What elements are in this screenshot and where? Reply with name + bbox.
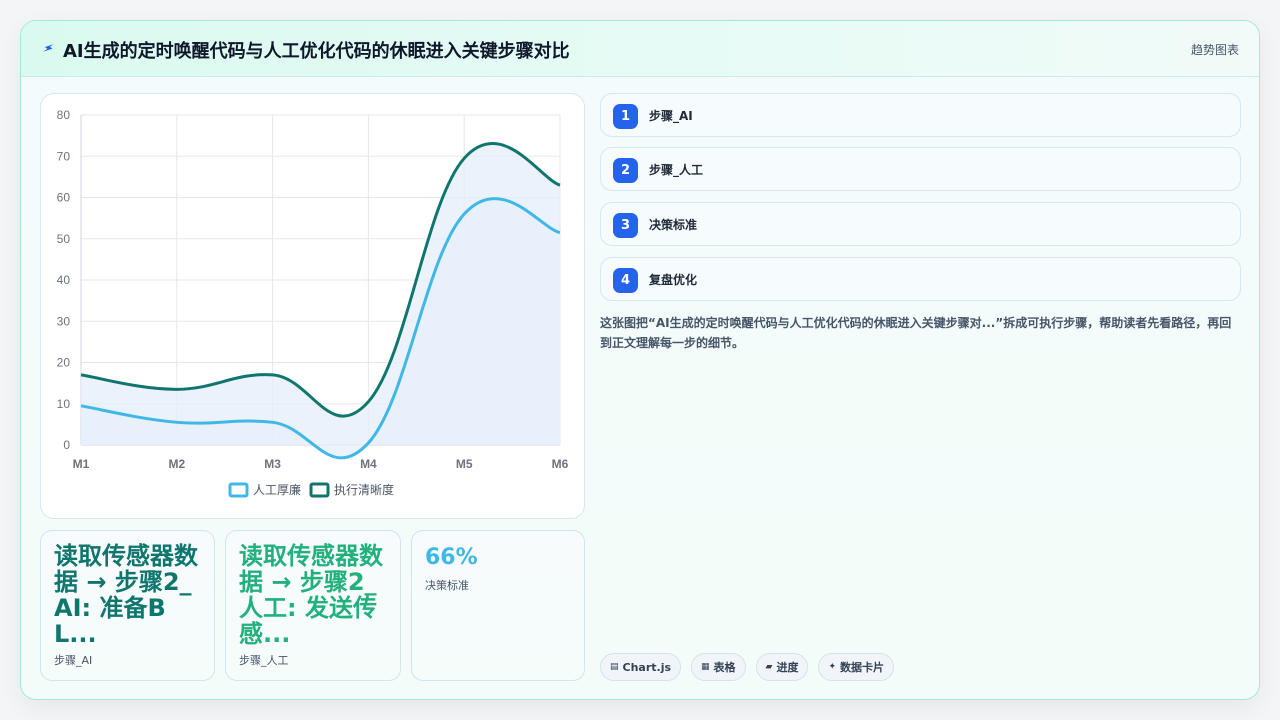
main-card: AI生成的定时唤醒代码与人工优化代码的休眠进入关键步骤对比 趋势图表 0 10 20… <box>20 20 1260 700</box>
step-number: 2 <box>613 158 638 183</box>
step-number: 1 <box>613 104 638 129</box>
tag-label: Chart.js <box>622 660 672 674</box>
y-tick-label: 50 <box>57 232 71 246</box>
stat-value: 66% <box>425 545 478 570</box>
sparkle-icon: ✦ <box>828 662 837 672</box>
legend-swatch <box>228 482 249 498</box>
tag-data-card[interactable]: ✦ 数据卡片 <box>818 653 895 681</box>
legend-label: 人工厚廉 <box>253 482 301 497</box>
tag-label: 数据卡片 <box>840 661 885 674</box>
lightning-icon <box>42 44 54 52</box>
chart-type-label[interactable]: 趋势图表 <box>1191 41 1239 58</box>
x-tick-label: M3 <box>264 457 281 471</box>
tag-progress[interactable]: ▰ 进度 <box>755 653 809 681</box>
legend-swatch <box>309 482 330 498</box>
line-chart: 0 10 20 30 40 50 60 70 80 M1 M2 M3 M4 M5 M6 人工厚廉 执行清晰度 <box>40 93 585 519</box>
step-label: 步骤_AI <box>649 109 693 123</box>
y-tick-label: 20 <box>57 356 71 370</box>
stat-value: 读取传感器数据 → 步骤2_AI: 准备BL... <box>54 543 198 647</box>
stat-card-manual: 读取传感器数据 → 步骤2_人工: 发送传感... 步骤_人工 <box>225 530 401 681</box>
tag-label: 表格 <box>713 661 736 674</box>
tag-chartjs[interactable]: ▤ Chart.js <box>600 653 682 681</box>
step-number: 4 <box>613 268 638 293</box>
step-label: 决策标准 <box>649 218 698 232</box>
x-tick-label: M4 <box>360 457 377 471</box>
step-label: 步骤_人工 <box>649 163 704 177</box>
tag-table[interactable]: ▦ 表格 <box>691 653 746 681</box>
stat-value: 读取传感器数据 → 步骤2_人工: 发送传感... <box>239 543 383 647</box>
page-title: AI生成的定时唤醒代码与人工优化代码的休眠进入关键步骤对比 <box>63 41 570 62</box>
step-label: 复盘优化 <box>649 273 698 287</box>
tag-label: 进度 <box>776 661 799 674</box>
legend-label: 执行清晰度 <box>334 482 394 497</box>
stat-card-decision: 66% 决策标准 <box>411 530 585 681</box>
stat-card-ai: 读取传感器数据 → 步骤2_AI: 准备BL... 步骤_AI <box>40 530 215 681</box>
y-tick-label: 40 <box>57 273 71 287</box>
step-number: 3 <box>613 213 638 238</box>
x-tick-label: M2 <box>168 457 185 471</box>
step-item-3[interactable]: 3 决策标准 <box>600 202 1241 246</box>
tag-list: ▤ Chart.js ▦ 表格 ▰ 进度 ✦ 数据卡片 <box>600 653 895 681</box>
stat-label: 步骤_人工 <box>239 654 289 667</box>
header: AI生成的定时唤醒代码与人工优化代码的休眠进入关键步骤对比 趋势图表 <box>21 21 1259 77</box>
stat-label: 决策标准 <box>425 579 469 592</box>
chart-svg: 0 10 20 30 40 50 60 70 80 M1 M2 M3 M4 M5 M6 人工厚廉 执行清晰度 <box>57 108 569 498</box>
stat-label: 步骤_AI <box>54 654 93 667</box>
description-text: 这张图把“AI生成的定时唤醒代码与人工优化代码的休眠进入关键步骤对...”拆成可… <box>600 316 1232 350</box>
y-tick-label: 30 <box>57 314 71 328</box>
step-item-1[interactable]: 1 步骤_AI <box>600 93 1241 137</box>
step-item-2[interactable]: 2 步骤_人工 <box>600 147 1241 191</box>
step-item-4[interactable]: 4 复盘优化 <box>600 257 1241 301</box>
progress-icon: ▰ <box>765 662 773 672</box>
x-tick-label: M6 <box>552 457 569 471</box>
y-tick-label: 70 <box>57 149 71 163</box>
chart-icon: ▤ <box>610 662 619 672</box>
x-tick-label: M1 <box>73 457 90 471</box>
y-tick-label: 10 <box>57 397 71 411</box>
y-tick-label: 80 <box>57 108 71 122</box>
y-tick-label: 0 <box>63 438 70 452</box>
y-tick-label: 60 <box>57 191 71 205</box>
x-tick-label: M5 <box>456 457 473 471</box>
table-icon: ▦ <box>701 662 710 672</box>
